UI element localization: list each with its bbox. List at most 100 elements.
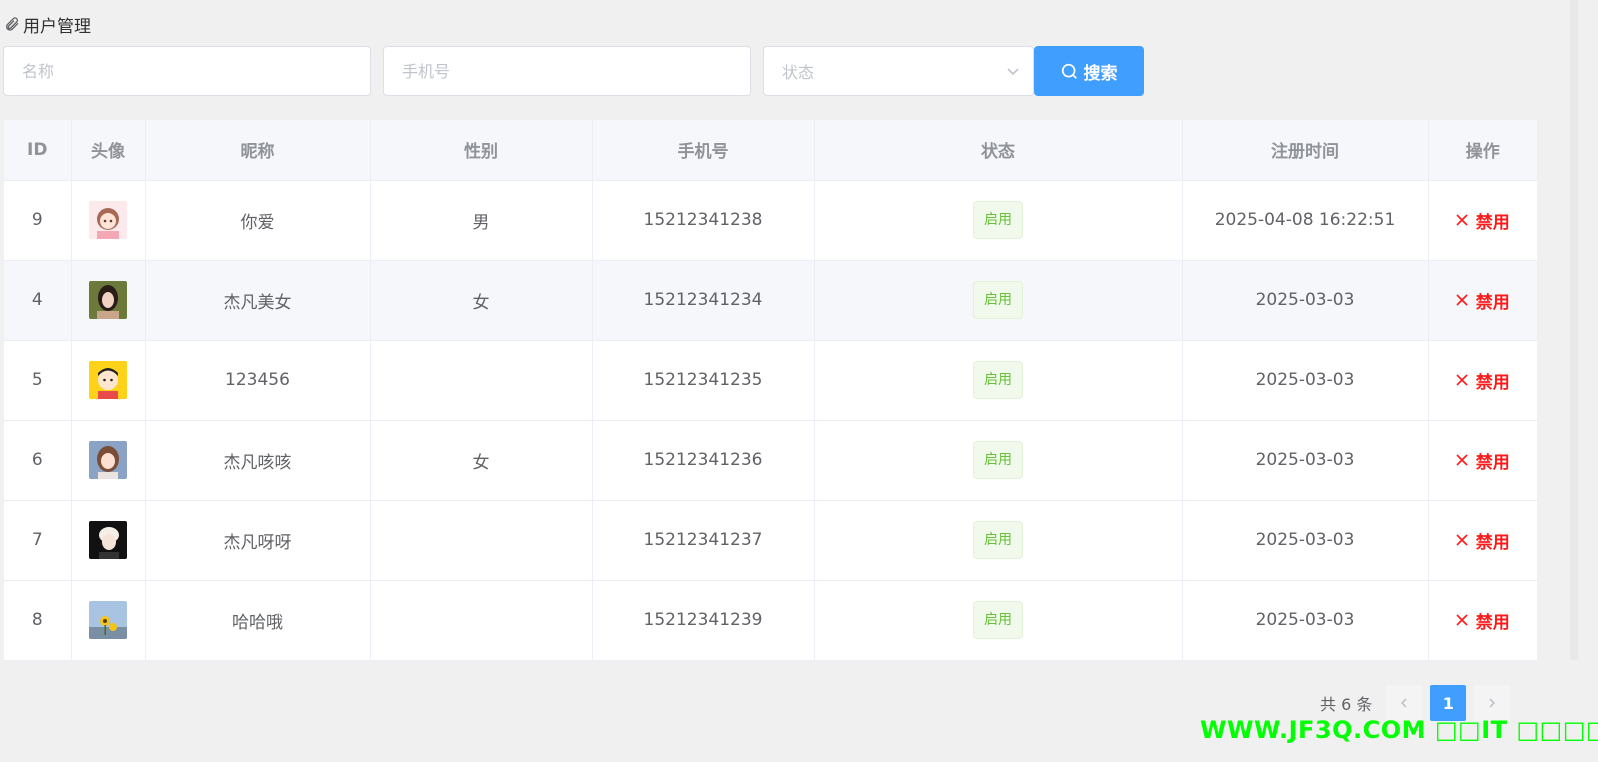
cell-id: 9 — [4, 180, 72, 261]
close-icon — [1456, 534, 1468, 546]
cell-gender — [370, 580, 593, 661]
cell-gender: 女 — [370, 260, 593, 341]
avatar — [89, 521, 127, 559]
cell-avatar — [71, 180, 146, 261]
chevron-left-icon — [1401, 698, 1407, 708]
cell-status: 启用 — [814, 580, 1183, 661]
cell-registered: 2025-03-03 — [1182, 580, 1429, 661]
paperclip-icon — [6, 17, 19, 31]
cell-status: 启用 — [814, 180, 1183, 261]
cell-id: 8 — [4, 580, 72, 661]
disable-button[interactable]: 禁用 — [1456, 368, 1510, 393]
page-title: 用户管理 — [23, 16, 91, 37]
column-header-7: 操作 — [1428, 120, 1537, 181]
cell-gender — [370, 500, 593, 581]
cell-action: 禁用 — [1428, 180, 1537, 261]
search-button-label: 搜索 — [1083, 63, 1118, 84]
cell-gender — [370, 340, 593, 421]
disable-button[interactable]: 禁用 — [1456, 608, 1510, 633]
cell-avatar — [71, 580, 146, 661]
page-header: 用户管理 — [4, 12, 91, 37]
disable-button[interactable]: 禁用 — [1456, 208, 1510, 233]
cell-id: 4 — [4, 260, 72, 341]
avatar — [89, 601, 127, 639]
cell-registered: 2025-03-03 — [1182, 500, 1429, 581]
status-select-placeholder: 状态 — [782, 63, 815, 82]
search-icon — [1061, 63, 1077, 79]
chevron-right-icon — [1489, 698, 1496, 708]
cell-id: 6 — [4, 420, 72, 501]
column-header-2: 昵称 — [145, 120, 371, 181]
close-icon — [1456, 214, 1468, 226]
cell-status: 启用 — [814, 340, 1183, 421]
cell-action: 禁用 — [1428, 260, 1537, 341]
cell-avatar — [71, 340, 146, 421]
cell-avatar — [71, 260, 146, 341]
cell-nickname: 杰凡呀呀 — [145, 500, 371, 581]
cell-registered: 2025-03-03 — [1182, 260, 1429, 341]
table-header-row: ID 头像 昵称 性别 手机号 状态 注册时间 操作 — [4, 120, 1537, 181]
cell-phone: 15212341235 — [592, 340, 815, 421]
cell-registered: 2025-03-03 — [1182, 420, 1429, 501]
phone-input[interactable] — [384, 47, 750, 95]
cell-avatar — [71, 500, 146, 581]
cell-phone: 15212341236 — [592, 420, 815, 501]
status-badge: 启用 — [973, 521, 1023, 559]
page-scrollbar[interactable] — [1570, 0, 1578, 660]
table-row: 4 杰凡美女女 15212341234 启用 2025-03-03 禁用 — [4, 260, 1537, 341]
column-header-1: 头像 — [71, 120, 146, 181]
name-input[interactable] — [4, 47, 370, 95]
table-row: 8 哈哈哦 15212341239 启用 2025-03-03 禁用 — [4, 580, 1537, 661]
cell-status: 启用 — [814, 500, 1183, 581]
cell-nickname: 123456 — [145, 340, 371, 421]
status-badge: 启用 — [973, 361, 1023, 399]
close-icon — [1456, 454, 1468, 466]
avatar — [89, 361, 127, 399]
disable-button[interactable]: 禁用 — [1456, 528, 1510, 553]
disable-button-label: 禁用 — [1475, 532, 1510, 553]
disable-button-label: 禁用 — [1475, 452, 1510, 473]
chevron-down-icon[interactable] — [993, 64, 1033, 78]
cell-registered: 2025-04-08 16:22:51 — [1182, 180, 1429, 261]
status-badge: 启用 — [973, 201, 1023, 239]
table-row: 9 你爱男 15212341238 启用 2025-04-08 16:22:51 禁用 — [4, 180, 1537, 261]
close-icon — [1456, 294, 1468, 306]
disable-button-label: 禁用 — [1475, 212, 1510, 233]
status-badge: 启用 — [973, 281, 1023, 319]
avatar — [89, 281, 127, 319]
column-header-0: ID — [4, 120, 72, 181]
cell-gender: 男 — [370, 180, 593, 261]
cell-gender: 女 — [370, 420, 593, 501]
cell-phone: 15212341239 — [592, 580, 815, 661]
cell-avatar — [71, 420, 146, 501]
name-field[interactable] — [3, 46, 371, 96]
cell-id: 7 — [4, 500, 72, 581]
cell-nickname: 杰凡咳咳 — [145, 420, 371, 501]
disable-button-label: 禁用 — [1475, 292, 1510, 313]
disable-button-label: 禁用 — [1475, 372, 1510, 393]
cell-nickname: 你爱 — [145, 180, 371, 261]
cell-action: 禁用 — [1428, 580, 1537, 661]
column-header-6: 注册时间 — [1182, 120, 1429, 181]
cell-action: 禁用 — [1428, 500, 1537, 581]
status-badge: 启用 — [973, 601, 1023, 639]
status-select[interactable]: 状态 — [763, 46, 1034, 96]
table-row: 6 杰凡咳咳女 15212341236 启用 2025-03-03 禁用 — [4, 420, 1537, 501]
phone-field[interactable] — [383, 46, 751, 96]
cell-phone: 15212341237 — [592, 500, 815, 581]
cell-registered: 2025-03-03 — [1182, 340, 1429, 421]
cell-nickname: 杰凡美女 — [145, 260, 371, 341]
close-icon — [1456, 374, 1468, 386]
disable-button[interactable]: 禁用 — [1456, 288, 1510, 313]
search-button[interactable]: 搜索 — [1034, 46, 1144, 96]
disable-button[interactable]: 禁用 — [1456, 448, 1510, 473]
column-header-5: 状态 — [814, 120, 1183, 181]
avatar — [89, 201, 127, 239]
table-row: 5 123456 15212341235 启用 2025-03-03 禁用 — [4, 340, 1537, 421]
cell-action: 禁用 — [1428, 420, 1537, 501]
cell-phone: 15212341234 — [592, 260, 815, 341]
cell-phone: 15212341238 — [592, 180, 815, 261]
close-icon — [1456, 614, 1468, 626]
cell-nickname: 哈哈哦 — [145, 580, 371, 661]
watermark-text: WWW.JF3Q.COM □□IT □□□□ — [1200, 716, 1598, 744]
